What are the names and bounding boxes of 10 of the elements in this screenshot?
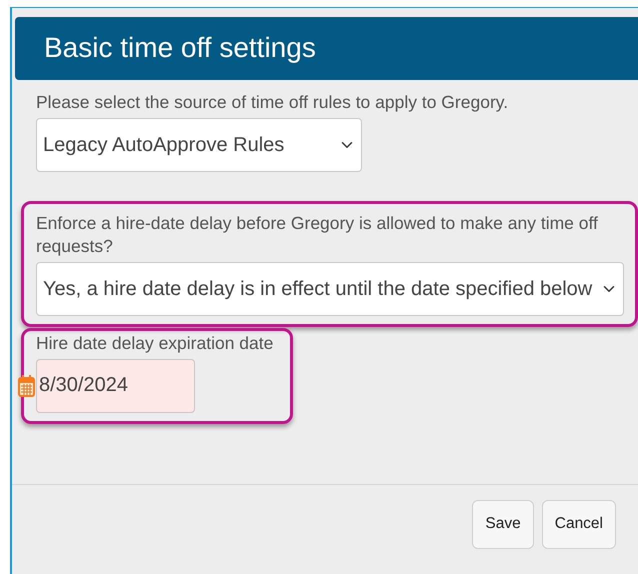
dropdown-field[interactable]: Yes, a hire date delay is in effect until the date specified below	[36, 262, 624, 316]
dialog-title: Basic time off settings	[44, 32, 316, 63]
dialog-button[interactable]: Cancel	[542, 500, 616, 549]
calendar-icon[interactable]	[18, 374, 35, 397]
dialog-button[interactable]: Save	[472, 500, 534, 549]
field-label: Enforce a hire-date delay before Gregory is allowed to make any time off requests?	[36, 212, 599, 258]
date-field[interactable]: 8/30/2024	[36, 358, 195, 413]
dropdown-field[interactable]: Legacy AutoApprove Rules	[36, 118, 362, 172]
field-label: Hire date delay expiration date	[36, 332, 274, 355]
field-label: Please select the source of time off rules to apply to Gregory.	[36, 90, 510, 114]
